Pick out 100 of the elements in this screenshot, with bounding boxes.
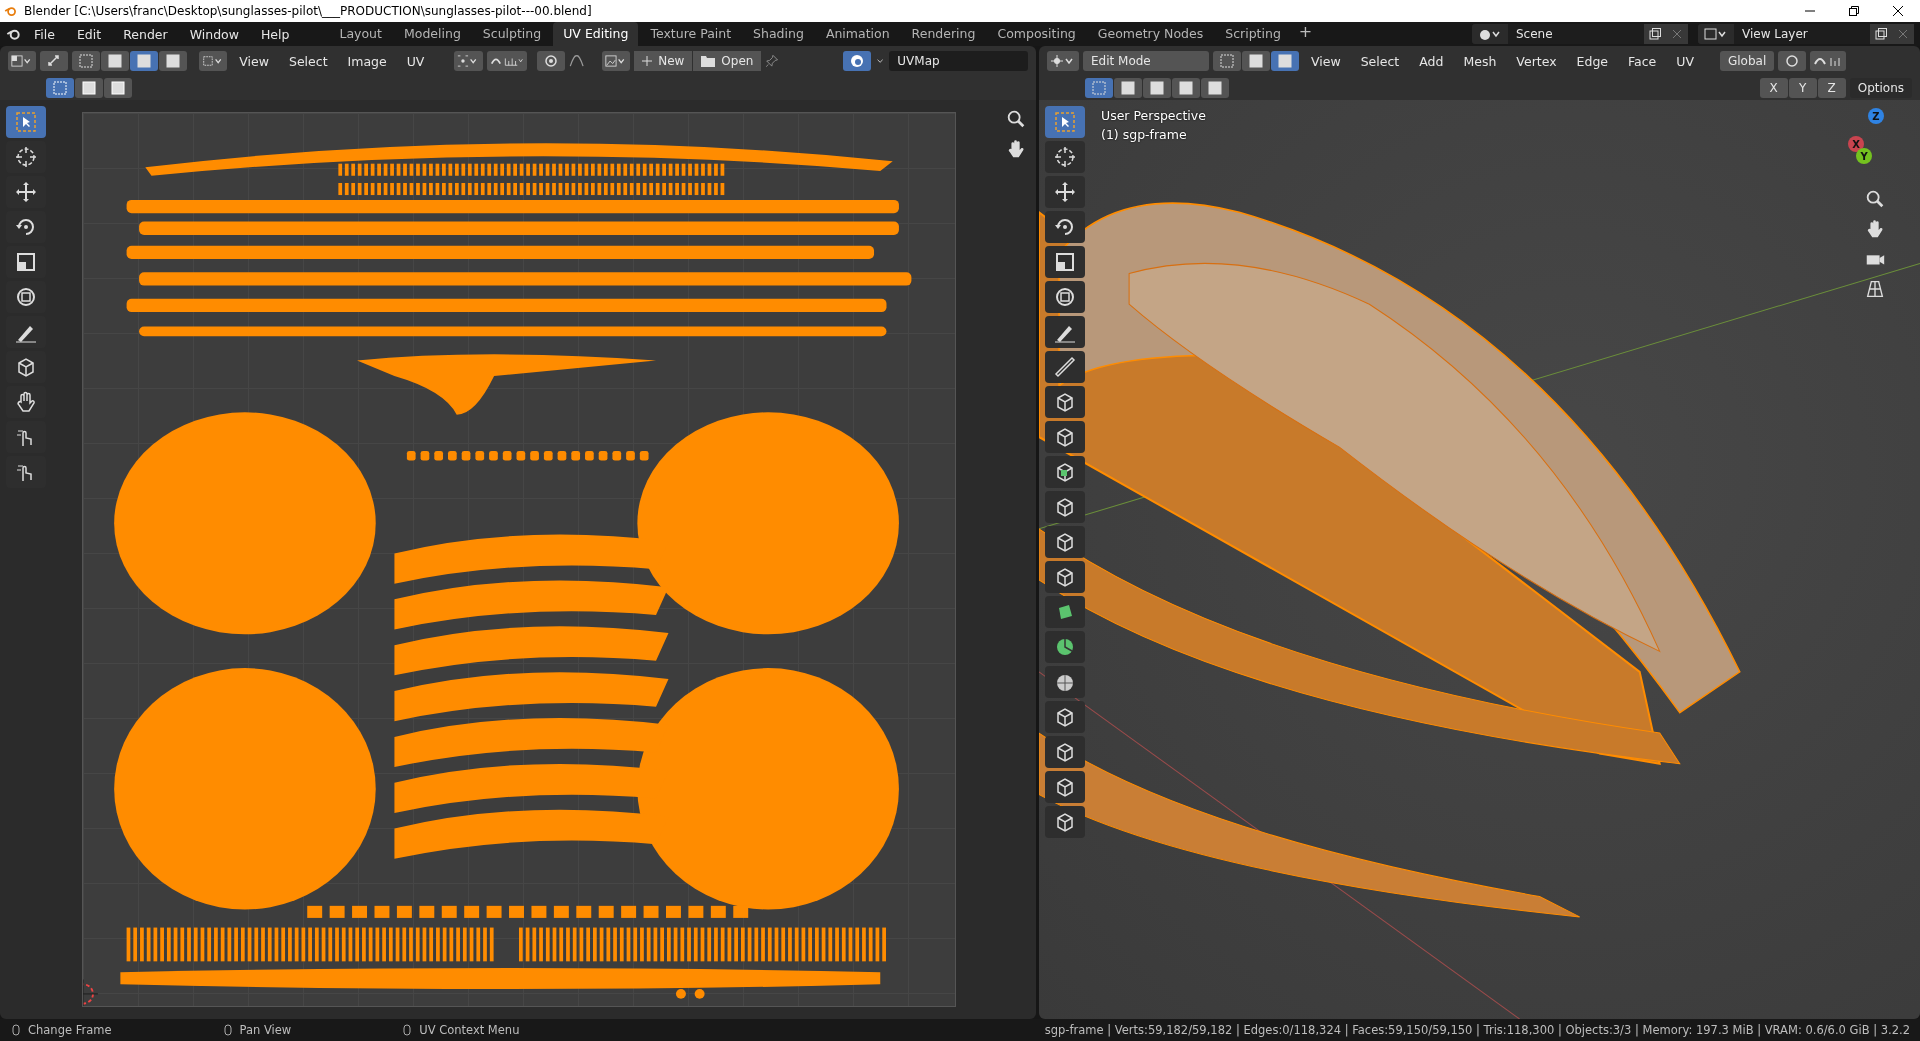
sync-selection-button[interactable] [40, 51, 69, 71]
selection-mode-button[interactable] [75, 78, 103, 98]
proportional-edit-button[interactable] [536, 51, 565, 71]
mirror-axis-button[interactable]: Z [1817, 78, 1846, 98]
header-menu-item[interactable]: View [231, 51, 277, 71]
snap-button[interactable] [1810, 51, 1847, 71]
workspace-tab[interactable]: Scripting [1215, 22, 1291, 46]
sticky-selection-button[interactable] [199, 51, 228, 71]
header-menu-item[interactable]: UV [398, 51, 433, 71]
add-workspace-button[interactable]: + [1292, 22, 1319, 46]
snap-button[interactable] [486, 51, 527, 71]
select-box-mode-button[interactable] [1201, 78, 1229, 98]
workspace-tab[interactable]: Modeling [393, 22, 471, 46]
perspective-button[interactable] [1864, 278, 1886, 300]
tool-button[interactable] [1045, 526, 1085, 558]
copy-button[interactable] [1870, 24, 1892, 44]
tool-button[interactable] [1045, 106, 1085, 138]
workspace-tab[interactable]: Sculpting [472, 22, 552, 46]
workspace-tab[interactable]: Geometry Nodes [1087, 22, 1214, 46]
tool-button[interactable] [1045, 351, 1085, 383]
workspace-tab[interactable]: Layout [329, 22, 392, 46]
tool-button[interactable] [1045, 736, 1085, 768]
tool-button[interactable] [1045, 771, 1085, 803]
pivot-button[interactable] [1778, 51, 1807, 71]
tool-button[interactable] [1045, 491, 1085, 523]
square-icon [82, 81, 96, 95]
select-box-mode-button[interactable] [1143, 78, 1171, 98]
pivot-button[interactable] [454, 51, 483, 71]
tool-button[interactable] [1045, 176, 1085, 208]
select-mode-button[interactable] [72, 51, 101, 71]
menu-item[interactable]: Window [179, 24, 249, 44]
scene-selector[interactable] [1472, 24, 1508, 44]
selection-mode-button[interactable] [46, 78, 74, 98]
mirror-axis-button[interactable]: Y [1788, 78, 1817, 98]
pin-icon [765, 53, 780, 69]
mesh-select-mode-button[interactable] [1213, 51, 1241, 71]
select-mode-button[interactable] [130, 51, 159, 71]
menu-item[interactable]: Help [250, 24, 300, 44]
header-menu-item[interactable]: UV [1668, 51, 1702, 71]
tool-button[interactable] [1045, 561, 1085, 593]
menu-item[interactable]: Edit [66, 24, 112, 44]
editor-type-button[interactable] [8, 51, 37, 71]
tool-button[interactable] [1045, 211, 1085, 243]
copy-button[interactable] [1644, 24, 1666, 44]
tool-button[interactable] [6, 106, 46, 138]
orientation-dropdown[interactable]: Global [1720, 51, 1775, 71]
mouse-icon [401, 1023, 414, 1037]
header-menu-item[interactable]: Edge [1568, 51, 1616, 71]
tool-button[interactable] [1045, 596, 1085, 628]
tool-button[interactable] [1045, 631, 1085, 663]
tool-button[interactable] [1045, 456, 1085, 488]
x-axis-handle[interactable]: X [1848, 136, 1864, 152]
tool-button[interactable] [1045, 806, 1085, 838]
header-menu-item[interactable]: Vertex [1508, 51, 1565, 71]
tool-button[interactable] [1045, 386, 1085, 418]
header-menu-item[interactable]: Select [1352, 51, 1408, 71]
select-mode-button[interactable] [159, 51, 188, 71]
header-menu-item[interactable]: Add [1411, 51, 1452, 71]
header-menu-item[interactable]: Image [339, 51, 395, 71]
mesh-select-mode-button[interactable] [1271, 51, 1299, 71]
options-dropdown[interactable]: Options [1849, 78, 1912, 98]
tool-button[interactable] [1045, 246, 1085, 278]
zoom-button[interactable] [1864, 188, 1886, 210]
tool-button[interactable] [1045, 281, 1085, 313]
z-axis-handle[interactable]: Z [1868, 108, 1884, 124]
mode-dropdown[interactable]: Edit Mode [1083, 51, 1209, 71]
tool-button[interactable] [1045, 141, 1085, 173]
mirror-axis-button[interactable]: X [1759, 78, 1788, 98]
workspace-tab[interactable]: Texture Paint [640, 22, 742, 46]
workspace-tab[interactable]: Compositing [987, 22, 1086, 46]
header-menu-item[interactable]: Mesh [1455, 51, 1505, 71]
editor-type-button[interactable] [1047, 51, 1079, 71]
y-axis-handle[interactable]: Y [1856, 148, 1872, 164]
open-image-button[interactable]: Open [693, 51, 762, 71]
workspace-tab[interactable]: UV Editing [553, 22, 639, 46]
uv-map-field[interactable]: UVMap [889, 51, 1028, 71]
mesh-select-mode-button[interactable] [1242, 51, 1270, 71]
menu-item[interactable]: File [24, 24, 65, 44]
view-layer-selector[interactable] [1698, 24, 1734, 44]
select-box-mode-button[interactable] [1172, 78, 1200, 98]
header-menu-item[interactable]: Select [281, 51, 336, 71]
image-browse-button[interactable] [602, 51, 631, 71]
workspace-tab[interactable]: Animation [815, 22, 900, 46]
workspace-tab[interactable]: Rendering [901, 22, 986, 46]
tool-button[interactable] [1045, 421, 1085, 453]
select-mode-button[interactable] [101, 51, 130, 71]
tool-button[interactable] [1045, 316, 1085, 348]
select-box-mode-button[interactable] [1085, 78, 1113, 98]
tool-button[interactable] [1045, 701, 1085, 733]
selection-mode-button[interactable] [104, 78, 132, 98]
select-box-mode-button[interactable] [1114, 78, 1142, 98]
zoom-button[interactable] [1005, 108, 1027, 130]
new-image-button[interactable]: New [634, 51, 693, 71]
workspace-tab[interactable]: Shading [743, 22, 814, 46]
mouse-icon [10, 1023, 22, 1037]
uv-map-button[interactable] [843, 51, 872, 71]
header-menu-item[interactable]: View [1303, 51, 1349, 71]
menu-item[interactable]: Render [113, 24, 178, 44]
tool-button[interactable] [1045, 666, 1085, 698]
header-menu-item[interactable]: Face [1620, 51, 1665, 71]
